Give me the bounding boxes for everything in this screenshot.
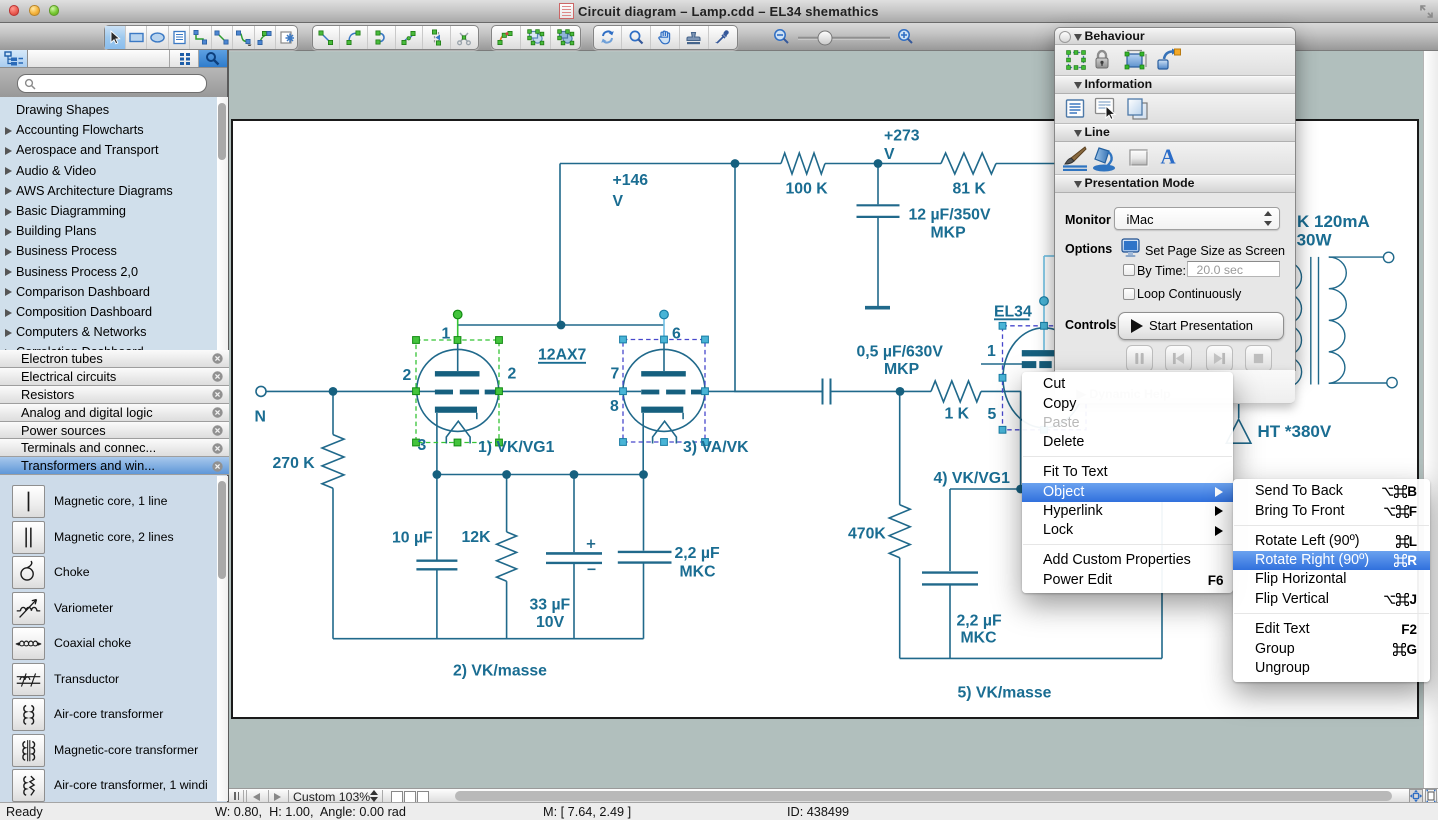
svg-text:3: 3 — [418, 437, 427, 454]
svg-text:HT *380V: HT *380V — [1258, 422, 1332, 441]
svg-text:EL34: EL34 — [994, 304, 1032, 321]
svg-text:2,2 µF: 2,2 µF — [675, 545, 720, 562]
svg-text:81 K: 81 K — [953, 181, 987, 198]
svg-text:V: V — [613, 193, 624, 210]
svg-text:2: 2 — [403, 367, 412, 384]
svg-text:1: 1 — [442, 326, 451, 343]
svg-text:10 µF: 10 µF — [392, 530, 433, 547]
svg-text:12K: 12K — [462, 529, 492, 546]
svg-text:8: 8 — [610, 398, 619, 415]
svg-text:100 K: 100 K — [786, 181, 829, 198]
svg-text:+273: +273 — [884, 128, 920, 145]
svg-text:33 µF: 33 µF — [530, 597, 571, 614]
svg-text:5) VK/masse: 5) VK/masse — [958, 685, 1052, 702]
svg-text:12 µF/350V: 12 µF/350V — [909, 207, 991, 224]
svg-text:V: V — [884, 146, 895, 163]
svg-text:470K: 470K — [848, 526, 886, 543]
svg-text:1 K: 1 K — [945, 406, 970, 423]
svg-text:6: 6 — [672, 326, 681, 343]
svg-text:30W: 30W — [1297, 231, 1333, 250]
svg-text:5: 5 — [988, 406, 997, 423]
svg-text:MKP: MKP — [931, 225, 966, 242]
svg-text:3) VA/VK: 3) VA/VK — [683, 439, 749, 456]
svg-text:10V: 10V — [536, 614, 565, 631]
svg-text:MKC: MKC — [680, 564, 716, 581]
svg-text:K 120mA: K 120mA — [1297, 212, 1370, 231]
svg-text:2) VK/masse: 2) VK/masse — [453, 663, 547, 680]
svg-text:270 K: 270 K — [273, 455, 316, 472]
svg-text:1: 1 — [987, 343, 996, 360]
svg-text:1) VK/VG1: 1) VK/VG1 — [478, 439, 555, 456]
svg-text:MKC: MKC — [961, 630, 997, 647]
svg-text:2,2 µF: 2,2 µF — [957, 613, 1002, 630]
svg-text:12AX7: 12AX7 — [538, 347, 587, 364]
svg-text:0,5 µF/630V: 0,5 µF/630V — [857, 344, 944, 361]
svg-text:7: 7 — [611, 366, 620, 383]
svg-text:+146: +146 — [613, 172, 649, 189]
svg-text:2: 2 — [508, 366, 517, 383]
svg-text:4) VK/VG1: 4) VK/VG1 — [934, 470, 1011, 487]
svg-text:MKP: MKP — [884, 361, 919, 378]
svg-text:N: N — [255, 409, 266, 426]
